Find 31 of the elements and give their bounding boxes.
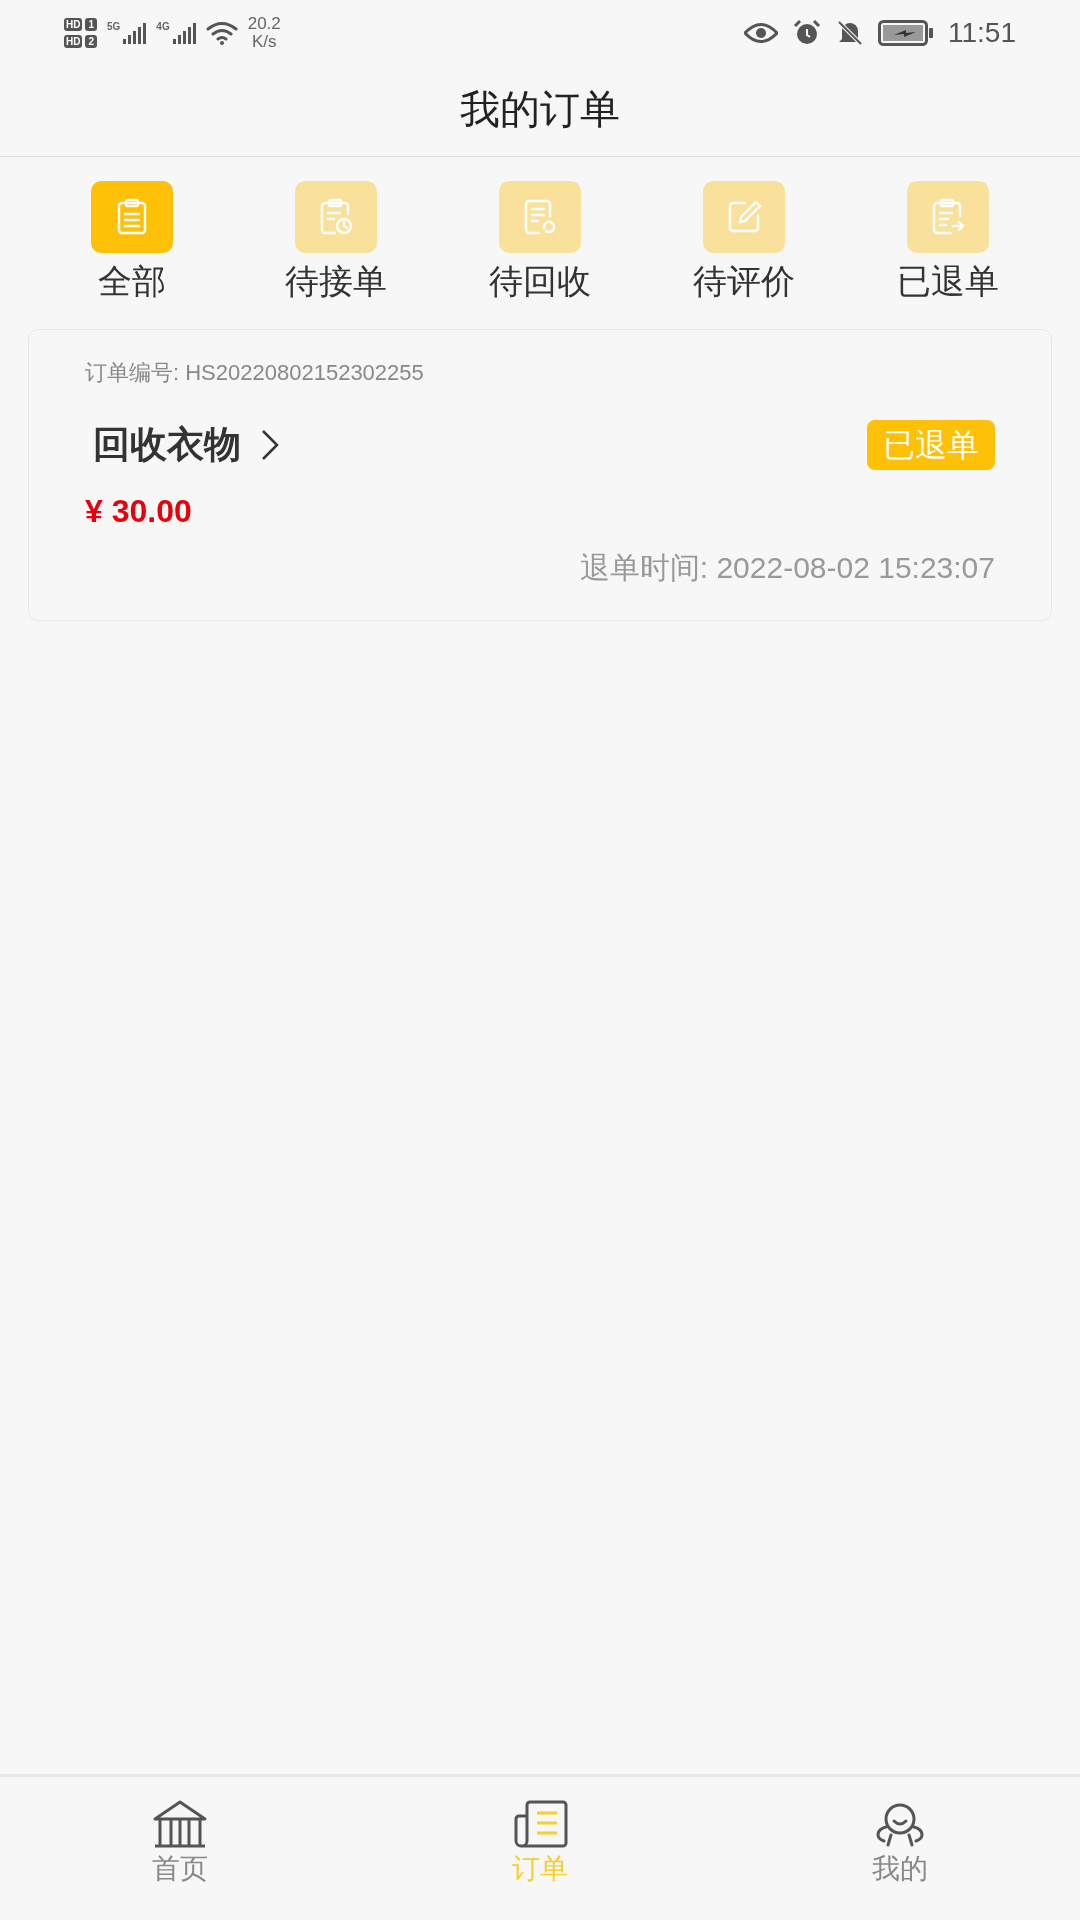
network-label: 4G bbox=[156, 22, 170, 32]
network-speed: 20.2 bbox=[247, 15, 281, 33]
order-price: ¥ 30.00 bbox=[85, 491, 193, 531]
order-title: 回收衣物 bbox=[93, 423, 241, 467]
home-icon bbox=[152, 1799, 208, 1849]
order-filter-tab[interactable]: 已退单 bbox=[873, 181, 1023, 303]
speed-unit: K/s bbox=[251, 33, 277, 51]
page-title: 我的订单 bbox=[460, 86, 620, 133]
bell-muted-icon bbox=[836, 19, 864, 47]
order-status-badge: 已退单 bbox=[867, 419, 995, 470]
signal-icon bbox=[122, 22, 147, 44]
order-number: 订单编号: HS20220802152302255 bbox=[85, 359, 425, 387]
order-time: 退单时间: 2022-08-02 15:23:07 bbox=[579, 549, 995, 586]
order-filter-tab[interactable]: 待回收 bbox=[465, 181, 615, 303]
hd-badge: HD bbox=[64, 18, 83, 31]
clock-time: 11:51 bbox=[948, 16, 1016, 50]
order-filter-tab[interactable]: 全部 bbox=[57, 181, 207, 303]
sim-slot-badge: 1 bbox=[85, 18, 97, 31]
order-card[interactable]: 订单编号: HS20220802152302255 回收衣物 已退单 ¥ 30.00 退单时间: 2022-08-02 15:23:07 bbox=[28, 329, 1052, 621]
hd-badge: HD bbox=[64, 35, 83, 48]
order-filter-tab[interactable]: 待接单 bbox=[261, 181, 411, 303]
eye-icon bbox=[744, 22, 778, 44]
chevron-right-icon bbox=[261, 428, 279, 461]
wifi-icon bbox=[205, 21, 238, 45]
sim-slot-badge: 2 bbox=[85, 35, 97, 48]
order-filter-tab[interactable]: 待评价 bbox=[669, 181, 819, 303]
signal-icon bbox=[171, 22, 196, 44]
battery-charging-icon bbox=[878, 20, 934, 46]
alarm-icon bbox=[792, 19, 822, 47]
network-label: 5G bbox=[107, 22, 121, 32]
document-icon bbox=[512, 1799, 568, 1849]
